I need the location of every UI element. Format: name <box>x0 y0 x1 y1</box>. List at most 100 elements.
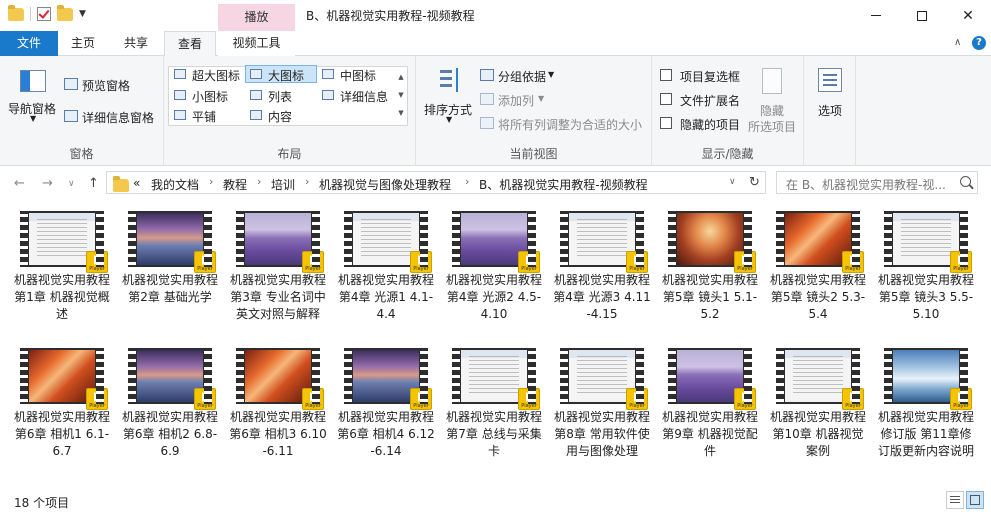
minimize-button[interactable] <box>853 0 899 31</box>
details-pane-button[interactable]: 详细信息窗格 <box>62 108 162 126</box>
layout-label: 内容 <box>268 110 293 124</box>
file-item[interactable]: Player 机器视觉实用教程 第4章 光源3 4.11-4.15 <box>552 211 652 323</box>
file-item[interactable]: Player 机器视觉实用教程 第1章 机器视觉概述 <box>12 211 112 323</box>
properties-icon[interactable] <box>37 6 51 21</box>
hide-selected-button[interactable]: 隐藏 所选项目 <box>746 64 802 136</box>
file-item[interactable]: Player 机器视觉实用教程修订版 第11章修订版更新内容说明 <box>876 348 976 460</box>
layout-large-icons[interactable]: 大图标 <box>250 67 320 83</box>
group-by-label: 分组依据 <box>498 70 547 84</box>
breadcrumb-item[interactable]: 我的文档 <box>151 176 199 193</box>
forward-arrow-icon[interactable]: → <box>42 176 53 191</box>
chevron-up-icon[interactable]: ∧ <box>954 37 961 48</box>
breadcrumb-item[interactable]: 机器视觉与图像处理教程 <box>319 176 451 193</box>
breadcrumb-item[interactable]: 培训 <box>271 176 295 193</box>
search-icon[interactable] <box>960 176 971 187</box>
layout-scroll[interactable]: ▲ ▼ ▼ <box>396 68 406 124</box>
preview-pane-label: 预览窗格 <box>82 79 131 93</box>
address-dropdown-icon[interactable]: ∨ <box>729 177 736 187</box>
refresh-button[interactable]: ↻ <box>744 171 766 194</box>
file-item[interactable]: Player 机器视觉实用教程 第5章 镜头1 5.1-5.2 <box>660 211 760 323</box>
file-extensions-checkbox[interactable] <box>660 93 672 105</box>
options-button[interactable]: 选项 <box>808 64 852 124</box>
group-by-button[interactable]: 分组依据 ▼ <box>478 67 588 85</box>
frame-text-lines <box>469 356 519 396</box>
video-thumbnail: Player <box>560 211 648 273</box>
video-thumbnail: Player <box>20 348 108 410</box>
address-row: ← → ∨ ↑ « 我的文档 › 教程 › 培训 › 机器视觉与图像处理教程 ›… <box>0 167 991 199</box>
layout-list[interactable]: 列表 <box>250 88 320 104</box>
tab-video-tools[interactable]: 视频工具 <box>218 31 295 56</box>
file-name: 机器视觉实用教程 第6章 相机3 6.10-6.11 <box>229 410 327 458</box>
player-badge-label: Player <box>953 266 969 272</box>
layout-details[interactable]: 详细信息 <box>322 88 398 104</box>
list-icon <box>250 90 262 100</box>
chevron-right-icon[interactable]: › <box>209 175 213 188</box>
add-column-button[interactable]: 添加列 ▼ <box>478 91 588 109</box>
file-extensions-toggle[interactable]: 文件扩展名 <box>660 91 750 109</box>
layout-label: 小图标 <box>192 90 229 104</box>
file-item[interactable]: Player 机器视觉实用教程 第7章 总线与采集卡 <box>444 348 544 460</box>
breadcrumb-overflow[interactable]: « <box>133 176 140 190</box>
close-button[interactable]: ✕ <box>945 0 991 31</box>
up-arrow-icon[interactable]: ↑ <box>88 176 99 191</box>
tab-view[interactable]: 查看 <box>164 31 216 57</box>
file-name: 机器视觉实用教程 第7章 总线与采集卡 <box>445 410 542 458</box>
breadcrumb-item[interactable]: 教程 <box>223 176 247 193</box>
sort-by-button[interactable]: 排序方式 ▼ <box>422 64 478 134</box>
folder-icon[interactable] <box>8 5 24 21</box>
file-item[interactable]: Player 机器视觉实用教程 第9章 机器视觉配件 <box>660 348 760 460</box>
new-folder-icon[interactable] <box>57 5 73 21</box>
breadcrumb-item[interactable]: B、机器视觉实用教程-视频教程 <box>479 176 648 193</box>
tab-share[interactable]: 共享 <box>108 31 164 56</box>
file-name: 机器视觉实用教程 第2章 基础光学 <box>121 273 218 304</box>
player-badge-label: Player <box>845 403 861 409</box>
file-item[interactable]: Player 机器视觉实用教程 第6章 相机2 6.8-6.9 <box>120 348 220 460</box>
preview-pane-button[interactable]: 预览窗格 <box>62 76 162 94</box>
file-name: 机器视觉实用教程 第8章 常用软件使用与图像处理 <box>553 410 650 458</box>
hidden-items-checkbox[interactable] <box>660 117 672 129</box>
item-checkboxes-toggle[interactable]: 项目复选框 <box>660 67 750 85</box>
hidden-items-toggle[interactable]: 隐藏的项目 <box>660 115 750 133</box>
chevron-down-icon: ▼ <box>30 114 37 123</box>
layout-tiles[interactable]: 平铺 <box>174 108 250 124</box>
file-item[interactable]: Player 机器视觉实用教程 第3章 专业名词中英文对照与解释 <box>228 211 328 323</box>
tab-file[interactable]: 文件 <box>0 31 58 56</box>
layout-small-icons[interactable]: 小图标 <box>174 88 250 104</box>
nav-pane-button[interactable]: 导航窗格 ▼ <box>6 64 58 134</box>
file-item[interactable]: Player 机器视觉实用教程 第10章 机器视觉案例 <box>768 348 868 460</box>
details-view-button[interactable] <box>946 491 964 509</box>
file-item[interactable]: Player 机器视觉实用教程 第4章 光源1 4.1-4.4 <box>336 211 436 323</box>
file-item[interactable]: Player 机器视觉实用教程 第8章 常用软件使用与图像处理 <box>552 348 652 460</box>
quick-access-toolbar: ▼ <box>8 5 86 21</box>
recent-locations-icon[interactable]: ∨ <box>68 179 75 189</box>
player-badge-label: Player <box>89 403 105 409</box>
file-item[interactable]: Player 机器视觉实用教程 第6章 相机3 6.10-6.11 <box>228 348 328 460</box>
item-checkboxes-checkbox[interactable] <box>660 69 672 81</box>
context-tab-play[interactable]: 播放 <box>218 4 295 31</box>
file-item[interactable]: Player 机器视觉实用教程 第4章 光源2 4.5-4.10 <box>444 211 544 323</box>
layout-extra-large-icons[interactable]: 超大图标 <box>174 67 250 83</box>
help-icon[interactable]: ? <box>972 36 986 50</box>
file-name: 机器视觉实用教程 第6章 相机1 6.1-6.7 <box>13 410 110 458</box>
chevron-right-icon[interactable]: › <box>257 175 261 188</box>
fit-columns-button[interactable]: 将所有列调整为合适的大小 <box>478 115 650 133</box>
layout-medium-icons[interactable]: 中图标 <box>322 67 392 83</box>
tab-home[interactable]: 主页 <box>58 31 108 56</box>
chevron-right-icon[interactable]: › <box>305 175 309 188</box>
large-icons-view-button[interactable] <box>966 491 984 509</box>
file-item[interactable]: Player 机器视觉实用教程 第6章 相机4 6.12-6.14 <box>336 348 436 460</box>
file-item[interactable]: Player 机器视觉实用教程 第2章 基础光学 <box>120 211 220 306</box>
sort-icon <box>438 68 462 96</box>
layout-content[interactable]: 内容 <box>250 108 320 124</box>
address-bar[interactable]: « 我的文档 › 教程 › 培训 › 机器视觉与图像处理教程 › B、机器视觉实… <box>106 171 766 194</box>
small-icons-icon <box>174 90 186 100</box>
search-input[interactable]: 在 B、机器视觉实用教程-视... <box>776 171 978 194</box>
back-arrow-icon[interactable]: ← <box>14 176 25 191</box>
window-title: B、机器视觉实用教程-视频教程 <box>306 9 475 23</box>
chevron-right-icon[interactable]: › <box>465 175 469 188</box>
maximize-button[interactable] <box>899 0 945 31</box>
file-item[interactable]: Player 机器视觉实用教程 第6章 相机1 6.1-6.7 <box>12 348 112 460</box>
file-item[interactable]: Player 机器视觉实用教程 第5章 镜头3 5.5-5.10 <box>876 211 976 323</box>
file-item[interactable]: Player 机器视觉实用教程 第5章 镜头2 5.3-5.4 <box>768 211 868 323</box>
qat-dropdown-icon[interactable]: ▼ <box>79 9 86 19</box>
